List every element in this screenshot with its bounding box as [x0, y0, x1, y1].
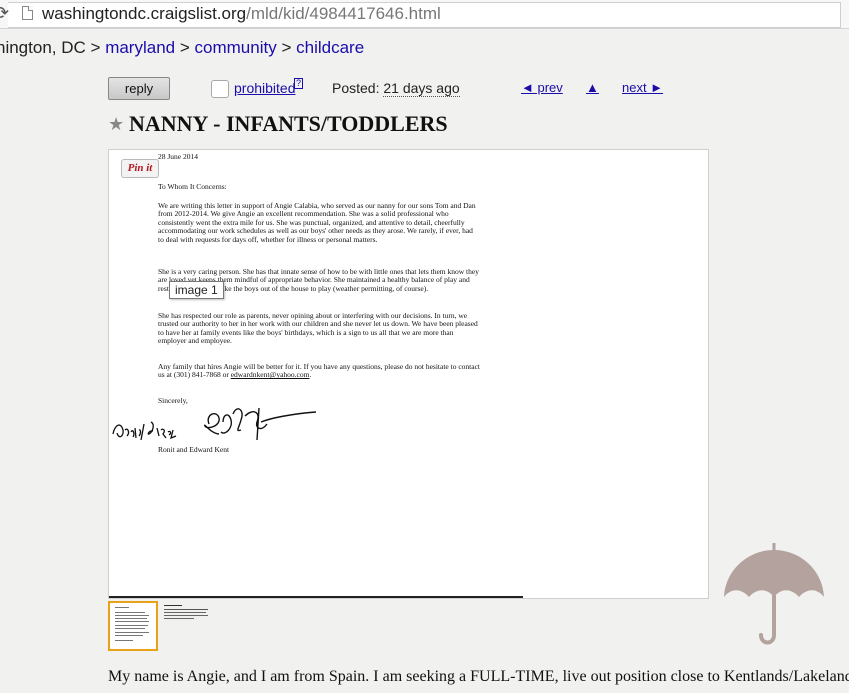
thumb-line — [164, 615, 208, 616]
thumb-line — [164, 612, 206, 613]
thumb-line — [115, 612, 145, 613]
letter-paragraph: Any family that hires Angie will be bett… — [158, 362, 480, 380]
posted-label: Posted: — [332, 80, 380, 96]
umbrella-icon — [724, 543, 824, 645]
breadcrumb-separator: > — [281, 38, 292, 57]
letter-email: edwardnkent@yahoo.com — [230, 370, 310, 380]
address-bar: ⟳ washingtondc.craigslist.org/mld/kid/49… — [0, 0, 849, 29]
thumbnail-image-2[interactable] — [162, 601, 212, 651]
url-path: /mld/kid/4984417646.html — [246, 4, 441, 23]
thumb-line — [115, 640, 133, 641]
thumb-line — [115, 618, 147, 619]
pinit-button[interactable]: Pin it — [121, 159, 159, 178]
thumb-line — [164, 618, 194, 619]
letter-paragraph-end: . — [309, 370, 312, 380]
reload-icon[interactable]: ⟳ — [0, 3, 9, 24]
posting-body-text: My name is Angie, and I am from Spain. I… — [108, 668, 849, 685]
posted-ago: 21 days ago — [383, 80, 460, 97]
breadcrumb-separator: > — [90, 38, 101, 57]
breadcrumb-category-link[interactable]: childcare — [296, 38, 364, 57]
image-tooltip: image 1 — [169, 281, 224, 299]
prev-post-link[interactable]: ◄ prev — [521, 80, 563, 95]
next-post-link[interactable]: next ► — [622, 80, 663, 95]
thumb-line — [115, 615, 149, 616]
breadcrumb: hington, DC > maryland > community > chi… — [0, 38, 364, 58]
thumb-line — [115, 625, 148, 626]
url-text[interactable]: washingtondc.craigslist.org/mld/kid/4984… — [42, 4, 441, 24]
image-viewer[interactable]: 28 June 2014 To Whom It Concerns: We are… — [108, 149, 709, 599]
letter-paragraph: We are writing this letter in support of… — [158, 201, 476, 244]
thumb-line — [115, 607, 129, 608]
flag-help-link[interactable]: ? — [294, 78, 304, 89]
url-host: washingtondc.craigslist.org — [42, 4, 247, 23]
breadcrumb-area-link[interactable]: maryland — [105, 38, 175, 57]
thumb-line — [115, 635, 143, 636]
letter-salutation: To Whom It Concerns: — [158, 182, 227, 191]
reply-button[interactable]: reply — [108, 77, 170, 100]
letter-date: 28 June 2014 — [158, 152, 198, 161]
thumb-line — [115, 621, 149, 622]
breadcrumb-city: hington, DC — [0, 38, 86, 57]
favorite-star-icon[interactable]: ★ — [108, 114, 124, 135]
scan-edge-line — [109, 596, 523, 598]
breadcrumb-separator: > — [179, 38, 190, 57]
thumb-line — [115, 632, 149, 633]
thumb-line — [164, 605, 182, 606]
breadcrumb-section-link[interactable]: community — [195, 38, 277, 57]
thumb-line — [164, 609, 208, 610]
thumb-line — [115, 628, 145, 629]
page-icon — [22, 6, 33, 20]
flag-prohibited-link[interactable]: prohibited — [234, 80, 296, 96]
up-to-list-link[interactable]: ▲ — [586, 80, 599, 95]
letter-paragraph-text: Any family that hires Angie will be bett… — [158, 362, 480, 380]
thumbnail-image-1[interactable] — [108, 601, 158, 651]
post-title: NANNY - INFANTS/TODDLERS — [129, 111, 448, 136]
flag-checkbox[interactable] — [211, 80, 229, 98]
letter-paragraph: She has respected our role as parents, n… — [158, 311, 478, 346]
posted-date: Posted: 21 days ago — [332, 80, 460, 97]
signature — [112, 407, 317, 441]
